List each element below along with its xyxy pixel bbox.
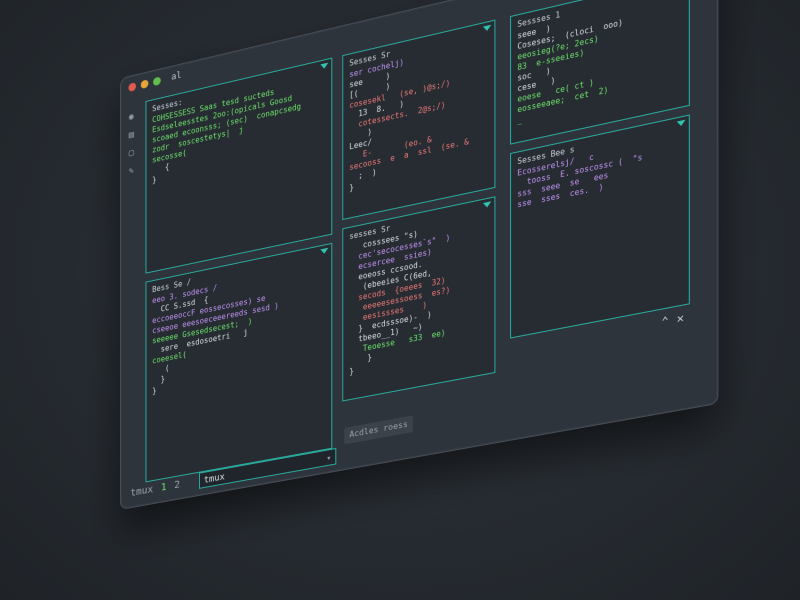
terminal-pane-1[interactable]: Sesses: COHSESSESS Saas tesd sucteds Esdse… — [145, 57, 333, 274]
terminal-pane-4[interactable]: Bess Se / eeo 3. sodecs / CC S.ssd {eccoe… — [145, 242, 333, 483]
zoom-dot-icon[interactable] — [153, 76, 161, 87]
tmux-session-label: tmux — [130, 484, 154, 500]
pane-dropdown-icon[interactable] — [320, 247, 329, 255]
terminal-pane-6[interactable]: Sesses Bee s Ecosserelsj/ c tooss E. sosc… — [510, 114, 690, 339]
pane-dropdown-icon[interactable] — [320, 62, 329, 70]
pane-dropdown-icon[interactable] — [482, 24, 492, 32]
pencil-icon[interactable]: ✎ — [127, 165, 136, 177]
terminal-pane-2[interactable]: Sesses Sr ser cochelj) see )[( ) cosesekl (… — [342, 19, 496, 221]
chevron-up-icon[interactable]: ⌃ — [661, 314, 668, 329]
action-button[interactable]: Acdles roess — [344, 415, 413, 445]
pane-dropdown-icon[interactable] — [676, 119, 686, 127]
desktop-scene: al ▫ ✕ ◉ ▤ ▢ ✎ Sesses:COHSESSESS Saas te… — [0, 0, 800, 600]
close-icon[interactable]: ✕ — [677, 311, 684, 326]
window-title: al — [171, 70, 182, 83]
square-icon[interactable]: ▢ — [127, 147, 136, 159]
tmux-window-1[interactable]: 1 — [161, 482, 167, 494]
minimize-dot-icon[interactable] — [140, 79, 149, 90]
terminal-icon[interactable]: ◉ — [127, 111, 136, 123]
terminal-window: al ▫ ✕ ◉ ▤ ▢ ✎ Sesses:COHSESSESS Saas te… — [120, 0, 719, 510]
folder-icon[interactable]: ▤ — [127, 129, 136, 141]
status-bar: tmux 1 2 — [130, 479, 180, 499]
tmux-session-value: tmux — [203, 472, 225, 487]
chevron-down-icon: ▾ — [326, 452, 332, 464]
tmux-window-2[interactable]: 2 — [174, 479, 180, 491]
sidebar: ◉ ▤ ▢ ✎ — [125, 111, 138, 178]
close-dot-icon[interactable] — [128, 82, 137, 93]
pane-dropdown-icon[interactable] — [482, 201, 492, 209]
terminal-pane-5[interactable]: sesses Sr cosssees "s) cec'secocesses`s"… — [342, 196, 496, 402]
